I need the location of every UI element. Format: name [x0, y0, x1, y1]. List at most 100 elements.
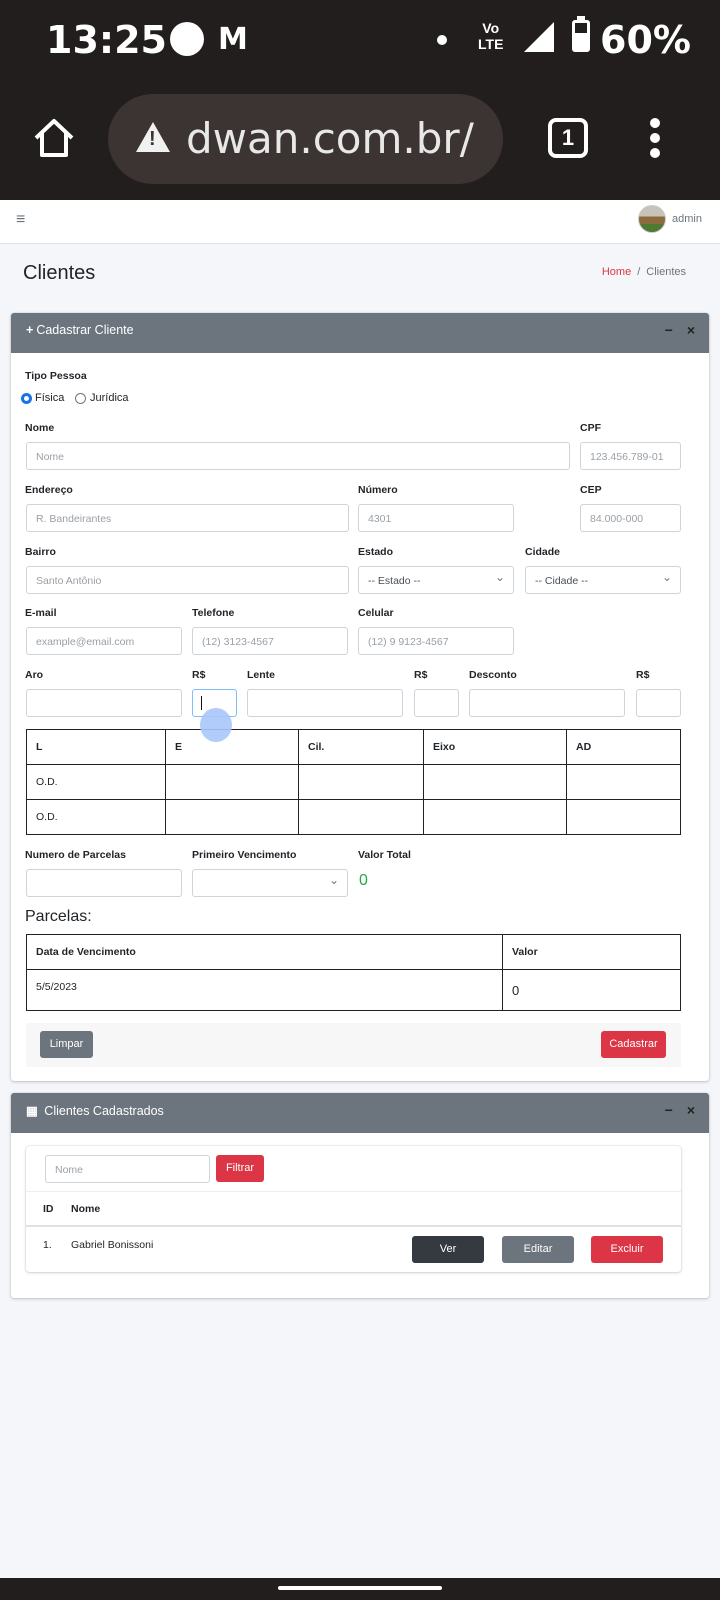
card-title: + Cadastrar Cliente — [26, 323, 134, 337]
table-cell[interactable] — [423, 764, 567, 800]
excluir-button[interactable]: Excluir — [591, 1236, 663, 1263]
table-cell[interactable] — [566, 799, 681, 835]
battery-icon — [572, 16, 590, 52]
nome-input[interactable]: Nome — [26, 442, 570, 470]
parcelas-num-label: Numero de Parcelas — [25, 849, 126, 861]
card-header: ▦ Clientes Cadastrados − × — [11, 1093, 709, 1133]
celular-label: Celular — [358, 607, 394, 619]
aro-label: Aro — [25, 669, 44, 681]
grid-icon: ▦ — [26, 1104, 38, 1118]
breadcrumb: Home / Clientes — [601, 266, 686, 278]
home-icon[interactable] — [32, 116, 76, 160]
bairro-input[interactable]: Santo Antônio — [26, 566, 349, 594]
signal-icon — [524, 22, 554, 52]
numero-input[interactable]: 4301 — [358, 504, 514, 532]
card-header: + Cadastrar Cliente − × — [11, 313, 709, 353]
table-cell[interactable] — [423, 799, 567, 835]
more-menu-icon[interactable] — [650, 118, 660, 162]
desconto-label: Desconto — [469, 669, 517, 681]
estado-select[interactable]: -- Estado -- — [358, 566, 514, 594]
ver-button[interactable]: Ver — [412, 1236, 484, 1263]
col-id-header: ID — [43, 1203, 54, 1215]
endereco-label: Endereço — [25, 484, 73, 496]
table-cell[interactable] — [298, 764, 424, 800]
close-icon[interactable]: × — [687, 322, 695, 338]
col-nome-header: Nome — [71, 1203, 101, 1215]
close-icon[interactable]: × — [687, 1102, 695, 1118]
table-cell[interactable] — [165, 764, 299, 800]
browser-toolbar: ! dwan.com.br/ 1 — [0, 84, 720, 200]
tipo-pessoa-label: Tipo Pessoa — [25, 370, 87, 382]
table-cell: O.D. — [26, 799, 166, 835]
warning-icon[interactable]: ! — [136, 122, 170, 152]
radio-fisica-label[interactable]: Física — [35, 392, 64, 404]
gmail-icon: M — [218, 22, 248, 57]
limpar-button[interactable]: Limpar — [40, 1031, 93, 1058]
nome-label: Nome — [25, 422, 55, 434]
cep-input[interactable]: 84.000-000 — [580, 504, 681, 532]
table-row: O.D. — [26, 764, 681, 800]
table-cell[interactable] — [566, 764, 681, 800]
notification-dot-icon — [437, 35, 447, 45]
address-bar[interactable]: ! dwan.com.br/ — [108, 94, 503, 184]
email-input[interactable]: example@email.com — [26, 627, 182, 655]
text-cursor-handle-icon[interactable] — [200, 708, 232, 742]
lente-price-input[interactable] — [414, 689, 459, 717]
breadcrumb-home[interactable]: Home — [602, 266, 631, 278]
plus-icon: + — [26, 323, 34, 337]
table-header: Cil. — [298, 729, 424, 765]
desconto-input[interactable] — [469, 689, 625, 717]
table-header: E — [165, 729, 299, 765]
editar-button[interactable]: Editar — [502, 1236, 574, 1263]
table-cell[interactable] — [165, 799, 299, 835]
celular-input[interactable]: (12) 9 9123-4567 — [358, 627, 514, 655]
card-tools: − × — [651, 1102, 695, 1118]
table-header: Data de Vencimento — [26, 934, 503, 970]
cidade-select[interactable]: -- Cidade -- — [525, 566, 681, 594]
desconto-price-input[interactable] — [636, 689, 681, 717]
battery-percent: 60% — [600, 18, 691, 62]
cpf-input[interactable]: 123.456.789-01 — [580, 442, 681, 470]
prescription-table: L E Cil. Eixo AD O.D. O.D. — [26, 729, 681, 835]
filtrar-button[interactable]: Filtrar — [216, 1155, 264, 1182]
cep-label: CEP — [580, 484, 602, 496]
breadcrumb-current: Clientes — [646, 266, 686, 278]
endereco-input[interactable]: R. Bandeirantes — [26, 504, 349, 532]
table-cell: O.D. — [26, 764, 166, 800]
telefone-input[interactable]: (12) 3123-4567 — [192, 627, 348, 655]
table-cell: 0 — [502, 969, 681, 1011]
card-footer: Limpar Cadastrar — [26, 1023, 681, 1067]
parcelas-num-input[interactable] — [26, 869, 182, 897]
radio-fisica[interactable] — [21, 393, 32, 404]
clients-panel: Nome Filtrar ID Nome 1. Gabriel Bonisson… — [26, 1146, 681, 1272]
email-label: E-mail — [25, 607, 57, 619]
valor-total-value: 0 — [359, 872, 368, 889]
aro-input[interactable] — [26, 689, 182, 717]
table-header: L — [26, 729, 166, 765]
table-cell: 5/5/2023 — [26, 969, 503, 1011]
primeiro-venc-select[interactable] — [192, 869, 348, 897]
cpf-label: CPF — [580, 422, 601, 434]
url-text[interactable]: dwan.com.br/ — [186, 114, 486, 163]
tabs-icon[interactable]: 1 — [548, 118, 588, 158]
avatar[interactable] — [638, 205, 666, 233]
status-time: 13:25 — [46, 18, 167, 62]
telefone-label: Telefone — [192, 607, 235, 619]
text-caret — [201, 696, 202, 710]
primeiro-venc-label: Primeiro Vencimento — [192, 849, 297, 861]
register-client-card: + Cadastrar Cliente − × Tipo Pessoa Física… — [11, 313, 709, 1081]
desconto-price-label: R$ — [636, 669, 650, 681]
filter-name-input[interactable]: Nome — [45, 1155, 210, 1183]
radio-juridica-label[interactable]: Jurídica — [90, 392, 129, 404]
username[interactable]: admin — [672, 213, 702, 225]
radio-juridica[interactable] — [75, 393, 86, 404]
collapse-icon[interactable]: − — [665, 322, 673, 338]
hamburger-menu-icon[interactable]: ≡ — [16, 211, 25, 229]
installments-table: Data de Vencimento Valor 5/5/2023 0 — [26, 934, 681, 1011]
collapse-icon[interactable]: − — [665, 1102, 673, 1118]
client-id: 1. — [43, 1239, 52, 1251]
cadastrar-button[interactable]: Cadastrar — [601, 1031, 666, 1058]
lente-input[interactable] — [247, 689, 403, 717]
gesture-handle[interactable] — [278, 1586, 442, 1590]
table-cell[interactable] — [298, 799, 424, 835]
